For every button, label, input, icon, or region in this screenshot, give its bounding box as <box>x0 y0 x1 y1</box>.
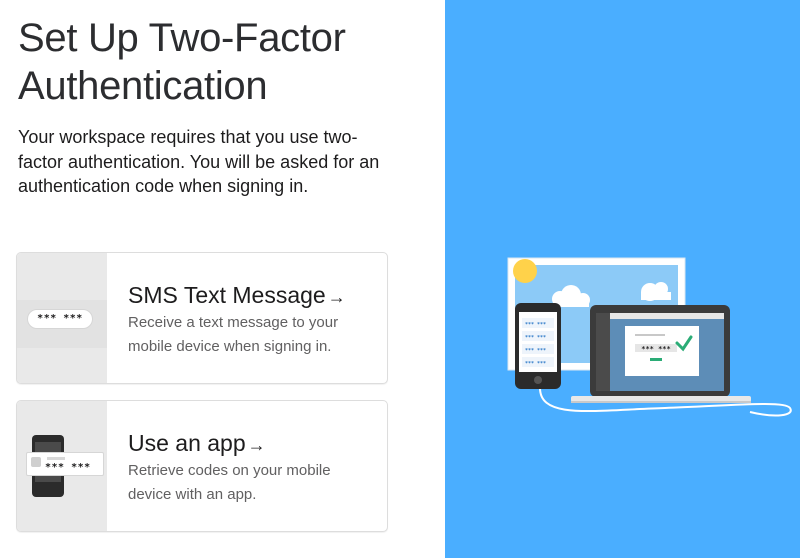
app-option-label: Use an app <box>128 430 246 456</box>
illustration-panel: *** *** *** *** *** *** *** *** *** *** <box>445 0 800 558</box>
phone-code-2: *** *** <box>525 335 546 341</box>
app-illustration: *** *** <box>17 401 107 531</box>
app-code-card: *** *** <box>26 452 104 476</box>
sms-option-body: SMS Text Message → Receive a text message… <box>128 253 377 383</box>
sms-bubble-icon: *** *** <box>27 309 93 329</box>
sms-option-label: SMS Text Message <box>128 282 326 308</box>
page-description: Your workspace requires that you use two… <box>18 127 380 196</box>
devices-illustration: *** *** *** *** *** *** *** *** *** *** <box>507 257 792 417</box>
phone-code-3: *** *** <box>525 348 546 354</box>
sms-option-title[interactable]: SMS Text Message → <box>128 280 346 312</box>
arrow-right-icon: → <box>327 287 346 307</box>
sms-option-card[interactable]: *** *** SMS Text Message → Receive a text… <box>16 252 388 384</box>
sms-option-description: Receive a text message to your mobile de… <box>128 314 339 355</box>
page-title: Set Up Two-Factor Authentication <box>18 16 346 108</box>
app-option-title[interactable]: Use an app → <box>128 428 266 460</box>
laptop-code-text: *** *** <box>641 345 671 353</box>
app-option-card[interactable]: *** *** Use an app → Retrieve codes on yo… <box>16 400 388 532</box>
arrow-right-icon: → <box>247 435 266 455</box>
sms-illustration: *** *** <box>17 253 107 383</box>
app-code-text: *** *** <box>45 462 91 473</box>
phone-code-1: *** *** <box>525 322 546 328</box>
main-panel: Set Up Two-Factor Authentication Your wo… <box>0 0 445 558</box>
checkbox-icon <box>31 457 41 467</box>
card-line <box>47 457 65 460</box>
app-option-body: Use an app → Retrieve codes on your mobil… <box>128 401 377 531</box>
phone-code-4: *** *** <box>525 361 546 367</box>
app-option-description: Retrieve codes on your mobile device wit… <box>128 462 331 503</box>
